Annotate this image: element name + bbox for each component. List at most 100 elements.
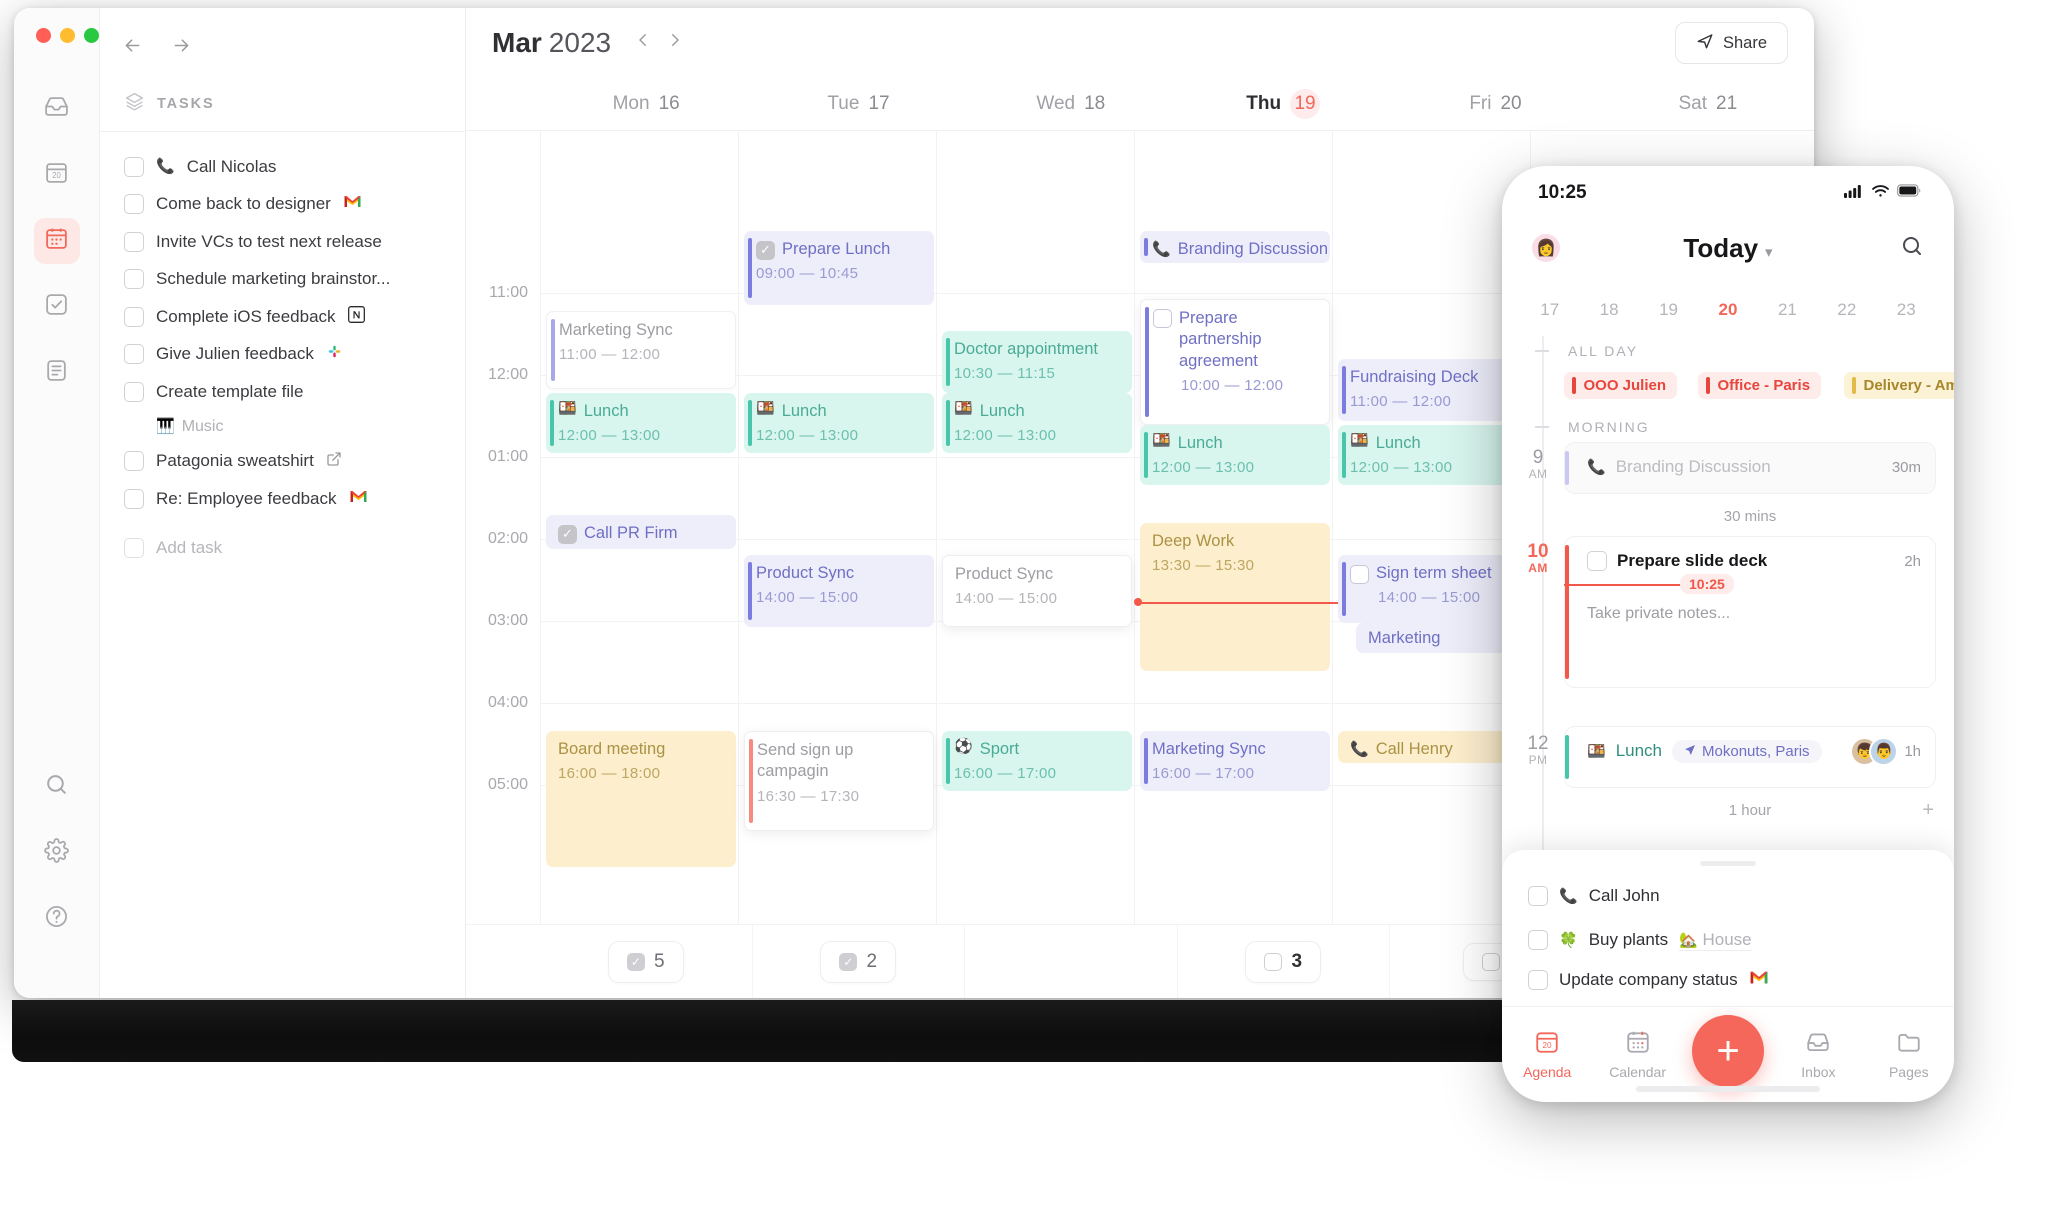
task-checkbox[interactable]: [1587, 551, 1607, 571]
task-checkbox[interactable]: [124, 306, 144, 327]
date-pill[interactable]: 17: [1520, 300, 1579, 320]
calendar-event[interactable]: ✓ Prepare Lunch 09:00 — 10:45: [744, 231, 934, 305]
nav-item-calendar[interactable]: Calendar: [1592, 1029, 1682, 1080]
task-checkbox[interactable]: [124, 451, 144, 472]
sidebar-item-pages[interactable]: [34, 350, 80, 396]
calendar-event[interactable]: 🍱 Lunch 12:00 — 13:00: [744, 393, 934, 453]
calendar-event[interactable]: Board meeting 16:00 — 18:00: [546, 731, 736, 867]
allday-event[interactable]: Office - Paris: [1698, 372, 1822, 399]
private-notes-input[interactable]: Take private notes...: [1565, 585, 1935, 623]
chevron-down-icon[interactable]: ▾: [1765, 244, 1773, 261]
event-checkbox[interactable]: [1153, 309, 1172, 328]
calendar-event[interactable]: 🍱 Lunch 12:00 — 13:00: [1338, 425, 1528, 485]
date-pill[interactable]: 18: [1579, 300, 1638, 320]
phone-task-row[interactable]: 🍀 Buy plants 🏡 House: [1502, 918, 1954, 962]
day-header-thu[interactable]: Thu 19: [1177, 78, 1389, 130]
task-row[interactable]: Give Julien feedback: [100, 336, 465, 374]
add-task-row[interactable]: Add task: [100, 530, 465, 568]
day-header-sat[interactable]: Sat 21: [1602, 78, 1814, 130]
day-header-fri[interactable]: Fri 20: [1389, 78, 1601, 130]
calendar-event[interactable]: Prepare partnership agreement 10:00 — 12…: [1140, 299, 1330, 425]
minimize-window-button[interactable]: [60, 28, 75, 43]
calendar-event[interactable]: Send sign up campagin 16:30 — 17:30: [744, 731, 934, 831]
phone-task-tag[interactable]: 🏡 House: [1679, 930, 1752, 951]
task-row[interactable]: 📞 Call Nicolas: [100, 148, 465, 186]
calendar-event[interactable]: Marketing Sync 16:00 — 17:00: [1140, 731, 1330, 791]
day-header-tue[interactable]: Tue 17: [752, 78, 964, 130]
date-pill[interactable]: 23: [1877, 300, 1936, 320]
plus-icon[interactable]: +: [1922, 799, 1934, 822]
maximize-window-button[interactable]: [84, 28, 99, 43]
date-pill[interactable]: 22: [1817, 300, 1876, 320]
nav-item-agenda[interactable]: 20 Agenda: [1502, 1029, 1592, 1080]
share-button[interactable]: Share: [1674, 22, 1788, 64]
calendar-event[interactable]: 🍱 Lunch 12:00 — 13:00: [546, 393, 736, 453]
calendar-event[interactable]: Product Sync 14:00 — 15:00: [942, 555, 1132, 627]
calendar-event[interactable]: Deep Work 13:30 — 15:30: [1140, 523, 1330, 671]
calendar-event[interactable]: Marketing Sync 11:00 — 12:00: [546, 311, 736, 389]
task-row[interactable]: Schedule marketing brainstor...: [100, 261, 465, 299]
task-checkbox[interactable]: [1528, 970, 1548, 990]
date-pill-selected[interactable]: 20: [1698, 300, 1757, 320]
task-checkbox[interactable]: [124, 156, 144, 177]
event-checkbox-done[interactable]: ✓: [558, 524, 577, 544]
task-checkbox[interactable]: [1528, 930, 1548, 950]
calendar-event[interactable]: Sign term sheet 14:00 — 15:00: [1338, 555, 1528, 623]
event-checkbox[interactable]: [1350, 564, 1369, 584]
task-checkbox[interactable]: [124, 231, 144, 252]
task-count-badge[interactable]: 3: [1245, 940, 1322, 983]
arrow-left-icon[interactable]: [122, 35, 143, 60]
date-pill[interactable]: 19: [1639, 300, 1698, 320]
nav-item-inbox[interactable]: Inbox: [1773, 1029, 1863, 1080]
attendee-avatars[interactable]: 👦 👨: [1850, 736, 1899, 766]
sheet-drag-handle[interactable]: [1700, 861, 1756, 866]
chevron-left-icon[interactable]: [627, 31, 659, 55]
close-window-button[interactable]: [36, 28, 51, 43]
task-checkbox[interactable]: [124, 269, 144, 290]
task-row[interactable]: Re: Employee feedback: [100, 480, 465, 518]
chevron-right-icon[interactable]: [659, 31, 691, 55]
search-icon[interactable]: [1900, 234, 1924, 263]
sidebar-item-agenda[interactable]: 20: [34, 152, 80, 198]
allday-event[interactable]: OOO Julien: [1564, 372, 1678, 399]
sidebar-item-tasks[interactable]: [34, 284, 80, 330]
avatar[interactable]: 👩: [1532, 234, 1560, 262]
arrow-right-icon[interactable]: [171, 35, 192, 60]
phone-task-row[interactable]: 📞 Call John: [1502, 874, 1954, 918]
task-row[interactable]: Complete iOS feedback: [100, 298, 465, 336]
calendar-event[interactable]: Product Sync 14:00 — 15:00: [744, 555, 934, 627]
event-location-chip[interactable]: Mokonuts, Paris: [1672, 739, 1822, 763]
day-header-mon[interactable]: Mon 16: [540, 78, 752, 130]
calendar-event[interactable]: ⚽ Sport 16:00 — 17:00: [942, 731, 1132, 791]
sidebar-item-settings[interactable]: [34, 830, 80, 876]
phone-task-row[interactable]: Update company status: [1502, 962, 1954, 1006]
task-checkbox[interactable]: [124, 381, 144, 402]
event-checkbox-done[interactable]: ✓: [756, 240, 775, 260]
window-traffic-lights[interactable]: [36, 28, 99, 43]
task-checkbox[interactable]: [1528, 886, 1548, 906]
calendar-event[interactable]: Fundraising Deck 11:00 — 12:00: [1338, 359, 1528, 421]
phone-date-strip[interactable]: 17 18 19 20 21 22 23: [1502, 284, 1954, 336]
task-row[interactable]: Patagonia sweatshirt: [100, 443, 465, 481]
task-count-badge[interactable]: ✓ 5: [607, 940, 684, 983]
phone-event-card[interactable]: 🍱 Lunch Mokonuts, Paris 👦 👨 1h: [1564, 726, 1936, 788]
calendar-event[interactable]: 🍱 Lunch 12:00 — 13:00: [942, 393, 1132, 453]
sidebar-item-inbox[interactable]: [34, 86, 80, 132]
sidebar-item-calendar[interactable]: [33, 218, 80, 264]
allday-event[interactable]: Delivery - Amazon: [1844, 372, 1954, 399]
task-checkbox[interactable]: [124, 194, 144, 215]
sidebar-item-help[interactable]: [34, 896, 80, 942]
task-checkbox[interactable]: [124, 488, 144, 509]
date-pill[interactable]: 21: [1758, 300, 1817, 320]
day-header-wed[interactable]: Wed 18: [965, 78, 1177, 130]
task-row[interactable]: Come back to designer: [100, 186, 465, 224]
calendar-event[interactable]: 🍱 Lunch 12:00 — 13:00: [1140, 425, 1330, 485]
task-row[interactable]: Create template file: [100, 373, 465, 411]
calendar-event[interactable]: 📞 Branding Discussion: [1140, 231, 1330, 263]
calendar-event[interactable]: 📞 Call Henry: [1338, 731, 1528, 763]
calendar-event[interactable]: ✓ Call PR Firm: [546, 515, 736, 549]
task-count-badge[interactable]: ✓ 2: [820, 940, 897, 983]
task-row[interactable]: Invite VCs to test next release: [100, 223, 465, 261]
phone-event-card[interactable]: Prepare slide deck 2h Take private notes…: [1564, 536, 1936, 688]
phone-event-card[interactable]: 📞 Branding Discussion 30m: [1564, 442, 1936, 494]
